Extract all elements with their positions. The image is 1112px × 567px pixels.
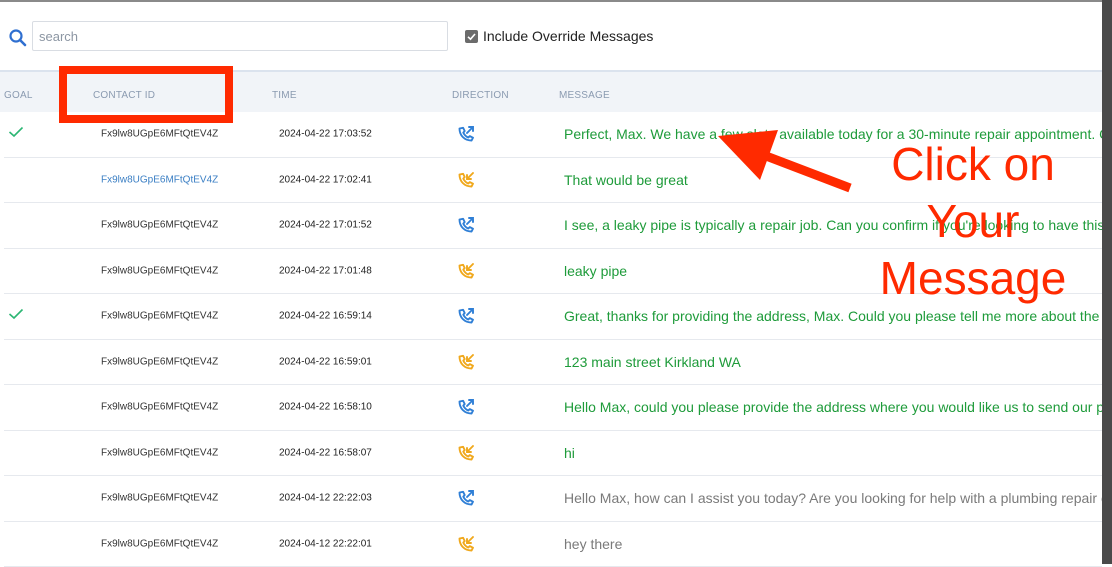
message-time: 2024-04-22 16:58:07 <box>279 447 372 458</box>
phone-outgoing-icon <box>456 124 476 144</box>
table-row[interactable]: Fx9lw8UGpE6MFtQtEV4Z 2024-04-12 22:22:03 H… <box>4 476 1102 522</box>
toolbar: Include Override Messages <box>0 2 1102 68</box>
message-text[interactable]: Great, thanks for providing the address,… <box>564 308 1102 324</box>
search-icon[interactable] <box>8 28 28 48</box>
message-time: 2024-04-22 16:58:10 <box>279 402 372 413</box>
phone-incoming-icon <box>456 534 476 554</box>
phone-outgoing-icon <box>456 488 476 508</box>
table-row[interactable]: Fx9lw8UGpE6MFtQtEV4Z 2024-04-22 16:58:07 h… <box>4 431 1102 477</box>
message-text[interactable]: hey there <box>564 536 1102 552</box>
message-time: 2024-04-12 22:22:01 <box>279 538 372 549</box>
message-text[interactable]: 123 main street Kirkland WA <box>564 354 1102 370</box>
window-right-edge <box>1102 0 1112 564</box>
phone-outgoing-icon <box>456 397 476 417</box>
message-time: 2024-04-22 17:02:41 <box>279 174 372 185</box>
contact-id: Fx9lw8UGpE6MFtQtEV4Z <box>101 265 218 276</box>
phone-incoming-icon <box>456 261 476 281</box>
contact-id: Fx9lw8UGpE6MFtQtEV4Z <box>101 538 218 549</box>
contact-id: Fx9lw8UGpE6MFtQtEV4Z <box>101 402 218 413</box>
message-text[interactable]: hi <box>564 445 1102 461</box>
message-time: 2024-04-22 16:59:14 <box>279 311 372 322</box>
table-row[interactable]: Fx9lw8UGpE6MFtQtEV4Z 2024-04-22 16:59:01 1… <box>4 340 1102 386</box>
contact-id: Fx9lw8UGpE6MFtQtEV4Z <box>101 356 218 367</box>
phone-outgoing-icon <box>456 215 476 235</box>
table-row[interactable]: Fx9lw8UGpE6MFtQtEV4Z 2024-04-12 22:22:01 h… <box>4 522 1102 567</box>
message-time: 2024-04-22 17:01:48 <box>279 265 372 276</box>
include-override-label[interactable]: Include Override Messages <box>483 28 653 44</box>
arrow-icon <box>700 120 860 200</box>
goal-check-icon <box>8 307 24 325</box>
contact-id: Fx9lw8UGpE6MFtQtEV4Z <box>101 220 218 231</box>
phone-incoming-icon <box>456 443 476 463</box>
column-direction[interactable]: DIRECTION <box>452 90 509 101</box>
annotation-line-3: Message <box>858 250 1088 307</box>
goal-check-icon <box>8 125 24 143</box>
phone-incoming-icon <box>456 352 476 372</box>
annotation-line-2: Your <box>858 193 1088 250</box>
message-text[interactable]: Hello Max, how can I assist you today? A… <box>564 490 1102 506</box>
phone-incoming-icon <box>456 170 476 190</box>
include-override-checkbox[interactable] <box>465 30 478 43</box>
phone-outgoing-icon <box>456 306 476 326</box>
table-row[interactable]: Fx9lw8UGpE6MFtQtEV4Z 2024-04-22 16:58:10 H… <box>4 385 1102 431</box>
annotation-text: Click on Your Message <box>858 136 1088 307</box>
contact-id: Fx9lw8UGpE6MFtQtEV4Z <box>101 493 218 504</box>
contact-id: Fx9lw8UGpE6MFtQtEV4Z <box>101 129 218 140</box>
contact-id: Fx9lw8UGpE6MFtQtEV4Z <box>101 447 218 458</box>
message-text[interactable]: Hello Max, could you please provide the … <box>564 399 1102 415</box>
message-time: 2024-04-22 16:59:01 <box>279 356 372 367</box>
contact-id-highlight-box <box>59 66 233 123</box>
contact-id: Fx9lw8UGpE6MFtQtEV4Z <box>101 311 218 322</box>
column-time[interactable]: TIME <box>272 90 297 101</box>
contact-id[interactable]: Fx9lw8UGpE6MFtQtEV4Z <box>101 174 218 185</box>
message-time: 2024-04-22 17:03:52 <box>279 129 372 140</box>
column-message[interactable]: MESSAGE <box>559 90 610 101</box>
message-time: 2024-04-22 17:01:52 <box>279 220 372 231</box>
checkmark-icon <box>465 30 478 43</box>
search-input[interactable] <box>32 21 448 51</box>
message-time: 2024-04-12 22:22:03 <box>279 493 372 504</box>
annotation-line-1: Click on <box>858 136 1088 193</box>
column-goal[interactable]: GOAL <box>4 90 33 101</box>
